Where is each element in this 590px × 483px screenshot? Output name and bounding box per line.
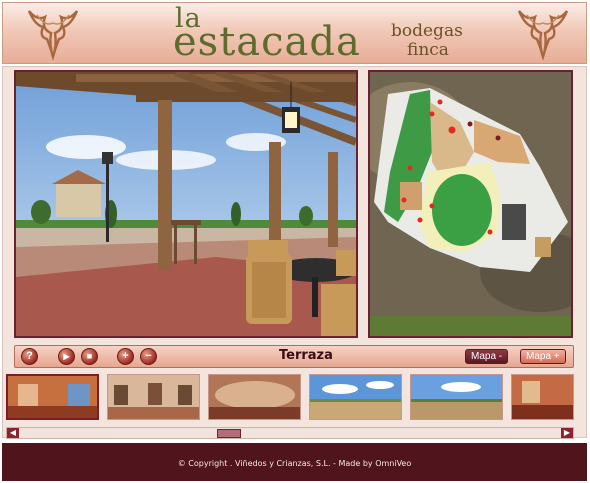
brand-emblem-right bbox=[517, 10, 569, 61]
thumbnail-scrollbar[interactable]: ◀ ▶ bbox=[6, 427, 574, 439]
panorama-image bbox=[16, 72, 356, 336]
site-map[interactable] bbox=[368, 70, 573, 338]
help-button[interactable]: ? bbox=[21, 348, 38, 365]
zoom-out-button[interactable]: − bbox=[140, 348, 157, 365]
brand-word-estacada: estacada bbox=[173, 19, 361, 65]
stop-button[interactable]: ■ bbox=[81, 348, 98, 365]
header-banner: la estacada bodegas finca bbox=[2, 2, 587, 65]
brand-emblem-left bbox=[27, 10, 79, 61]
brand-subtitle-bodegas: bodegas bbox=[391, 21, 463, 41]
brand-subtitle-finca: finca bbox=[407, 40, 449, 60]
scene-thumbnail[interactable] bbox=[511, 374, 574, 420]
zoom-in-button[interactable]: + bbox=[117, 348, 134, 365]
map-shrink-button[interactable]: Mapa - bbox=[465, 349, 509, 364]
scene-thumbnail[interactable] bbox=[208, 374, 301, 420]
scene-thumbnail[interactable] bbox=[6, 374, 99, 420]
scene-thumbnail[interactable] bbox=[309, 374, 402, 420]
site-map-image bbox=[370, 72, 571, 336]
scrollbar-thumb[interactable] bbox=[217, 429, 241, 438]
copyright-text: © Copyright . Viñedos y Crianzas, S.L. -… bbox=[177, 459, 412, 468]
play-button[interactable]: ▶ bbox=[58, 348, 75, 365]
footer: © Copyright . Viñedos y Crianzas, S.L. -… bbox=[2, 443, 587, 481]
viewer-toolbar: ? ▶ ■ + − Terraza Mapa - Mapa + bbox=[14, 345, 574, 368]
scene-thumbnail-strip bbox=[6, 374, 574, 424]
scene-title: Terraza bbox=[279, 348, 333, 363]
scene-thumbnail[interactable] bbox=[107, 374, 200, 420]
map-enlarge-button[interactable]: Mapa + bbox=[520, 349, 566, 364]
app-frame: la estacada bodegas finca ? ▶ ■ + − Terr… bbox=[0, 0, 590, 483]
panorama-viewer[interactable] bbox=[14, 70, 358, 338]
scroll-left-icon[interactable]: ◀ bbox=[7, 428, 19, 438]
scroll-right-icon[interactable]: ▶ bbox=[561, 428, 573, 438]
scene-thumbnail[interactable] bbox=[410, 374, 503, 420]
